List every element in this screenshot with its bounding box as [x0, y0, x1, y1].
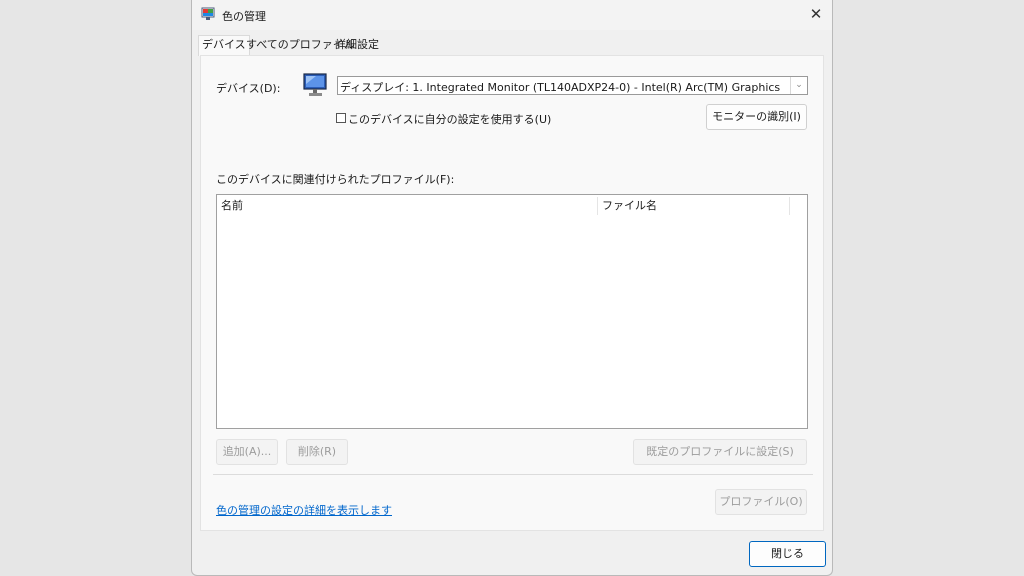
monitor-icon	[303, 73, 327, 96]
window-title: 色の管理	[222, 10, 266, 23]
close-button[interactable]: 閉じる	[749, 541, 826, 567]
device-label: デバイス(D):	[216, 82, 281, 95]
tab-devices[interactable]: デバイス	[198, 35, 250, 56]
devices-panel: デバイス(D): ディスプレイ: 1. Integrated Monitor (…	[200, 55, 824, 531]
tab-advanced[interactable]: 詳細設定	[332, 36, 382, 56]
use-my-settings-label[interactable]: このデバイスに自分の設定を使用する(U)	[348, 111, 551, 127]
set-default-profile-button[interactable]: 既定のプロファイルに設定(S)	[633, 439, 807, 465]
identify-monitors-button[interactable]: モニターの識別(I)	[706, 104, 807, 130]
color-management-details-link[interactable]: 色の管理の設定の詳細を表示します	[216, 502, 392, 518]
chevron-down-icon[interactable]: ⌄	[790, 77, 807, 94]
color-management-window: 色の管理 ✕ デバイス すべてのプロファイル 詳細設定 デバイス(D): ディス…	[191, 0, 833, 576]
profiles-list[interactable]: 名前 ファイル名	[216, 194, 808, 429]
column-header-filename[interactable]: ファイル名	[598, 195, 789, 217]
device-select-value: ディスプレイ: 1. Integrated Monitor (TL140ADXP…	[340, 81, 781, 94]
color-management-app-icon	[201, 7, 215, 20]
close-icon[interactable]: ✕	[800, 0, 832, 28]
title-bar: 色の管理 ✕	[192, 0, 832, 30]
remove-profile-button[interactable]: 削除(R)	[286, 439, 348, 465]
device-select[interactable]: ディスプレイ: 1. Integrated Monitor (TL140ADXP…	[337, 76, 808, 95]
add-profile-button[interactable]: 追加(A)...	[216, 439, 278, 465]
profiles-label: このデバイスに関連付けられたプロファイル(F):	[216, 173, 455, 186]
profiles-button[interactable]: プロファイル(O)	[715, 489, 807, 515]
divider	[213, 474, 813, 475]
use-my-settings-checkbox[interactable]	[336, 113, 346, 123]
column-divider[interactable]	[789, 197, 790, 215]
column-header-name[interactable]: 名前	[217, 195, 597, 217]
